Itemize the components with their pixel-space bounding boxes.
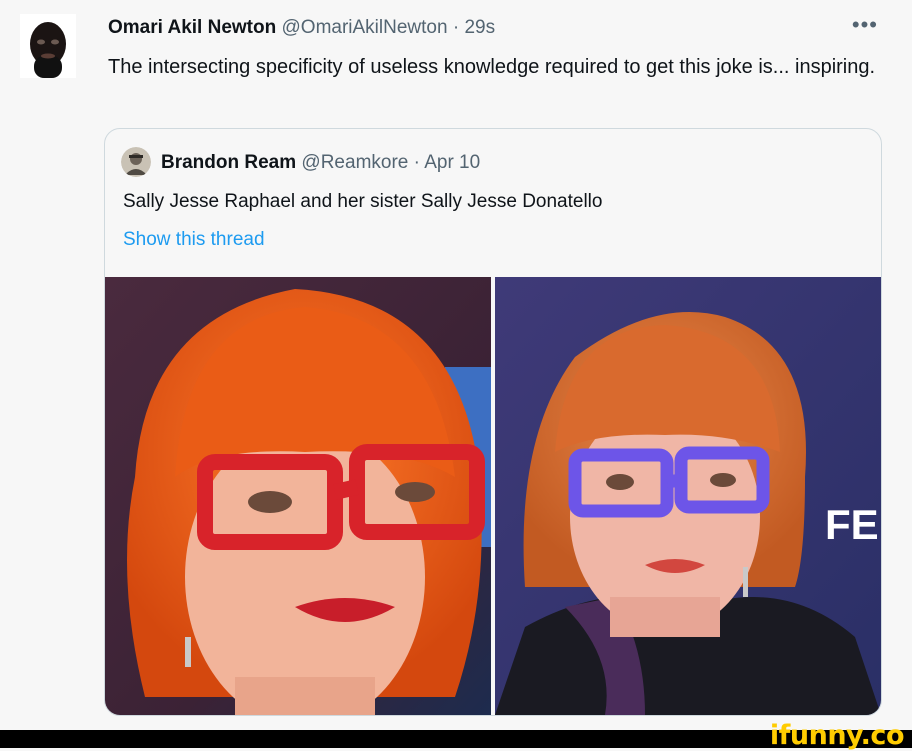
tweet-time[interactable]: 29s [464,17,495,38]
quoted-author-name[interactable]: Brandon Ream [161,152,296,173]
quoted-author-avatar[interactable] [121,147,151,177]
quoted-author-handle[interactable]: @Reamkore [301,152,408,173]
quoted-tweet[interactable]: Brandon Ream @Reamkore · Apr 10 Sally Je… [104,128,882,716]
more-horizontal-icon[interactable]: ••• [852,12,878,38]
tweet-text: The intersecting specificity of useless … [108,56,876,78]
quoted-tweet-photos: FE [105,277,881,715]
quoted-tweet-text: Sally Jesse Raphael and her sister Sally… [123,191,603,212]
quoted-tweet-header: Brandon Ream @Reamkore · Apr 10 [161,151,480,175]
show-thread-link[interactable]: Show this thread [123,227,265,253]
author-handle[interactable]: @OmariAkilNewton [282,17,448,38]
separator-dot: · [452,17,460,38]
tweet-header: Omari Akil Newton @OmariAkilNewton · 29s [108,16,495,40]
separator-dot: · [413,152,420,173]
photo-purple-glasses[interactable]: FE [495,277,881,715]
quoted-tweet-date[interactable]: Apr 10 [424,152,480,173]
watermark-bar: ifunny.co [0,720,912,751]
author-name[interactable]: Omari Akil Newton [108,17,276,38]
ifunny-watermark: ifunny.co [769,720,905,751]
author-avatar[interactable] [20,14,76,78]
background-sign-text: FE [825,501,879,548]
photo-red-glasses[interactable] [105,277,491,715]
tweet: Omari Akil Newton @OmariAkilNewton · 29s… [0,0,912,730]
